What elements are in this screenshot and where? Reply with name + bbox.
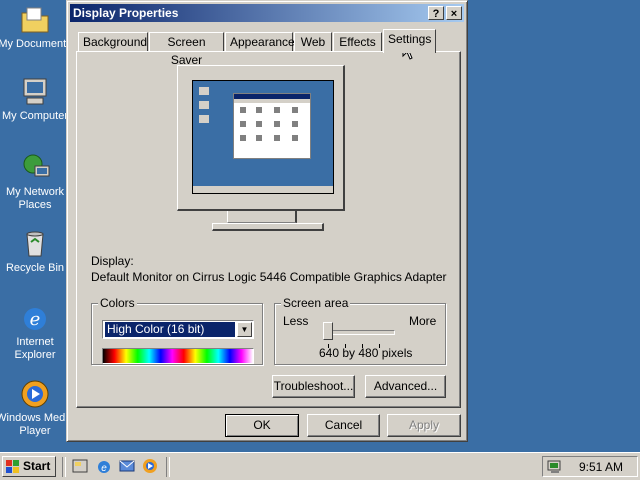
monitor-preview [177, 65, 345, 211]
display-label: Display: [91, 254, 134, 268]
colors-group: Colors High Color (16 bit) ▼ [91, 296, 263, 365]
media-player-icon[interactable] [142, 458, 158, 474]
internet-explorer-icon[interactable]: e [96, 458, 112, 474]
computer-icon [19, 76, 51, 108]
tab-web[interactable]: Web [294, 32, 332, 52]
desktop-icon-my-network-places[interactable]: My Network Places [0, 152, 74, 212]
show-desktop-icon[interactable] [72, 458, 88, 474]
monitor-stand [227, 211, 297, 223]
start-label: Start [23, 459, 51, 473]
window-title: Display Properties [73, 6, 179, 20]
tab-appearance[interactable]: Appearance [225, 32, 295, 52]
desktop-icon-windows-media-player[interactable]: Windows Media Player [0, 378, 74, 438]
taskbar-separator [62, 457, 66, 477]
tab-effects[interactable]: Effects [333, 32, 382, 52]
network-places-icon [19, 152, 51, 184]
internet-explorer-icon: e [19, 302, 51, 334]
tab-screen-saver[interactable]: Screen Saver [149, 32, 224, 67]
color-spectrum [102, 348, 254, 364]
taskbar: Start e 9:51 AM [0, 452, 640, 480]
display-value: Default Monitor on Cirrus Logic 5446 Com… [91, 270, 447, 284]
title-bar[interactable]: Display Properties ? × [70, 4, 464, 22]
slider-more-label: More [409, 314, 437, 328]
monitor-screen [192, 80, 334, 194]
desktop-icon-internet-explorer[interactable]: e Internet Explorer [0, 302, 74, 362]
chevron-down-icon[interactable]: ▼ [237, 322, 252, 337]
screen-area-slider-track[interactable] [323, 330, 395, 335]
display-settings-tray-icon[interactable] [547, 459, 563, 475]
screen-area-value: 640 by 480 pixels [319, 346, 413, 360]
svg-text:e: e [30, 309, 41, 330]
svg-text:e: e [101, 463, 107, 474]
colors-label: Colors [98, 296, 137, 310]
screen-area-label: Screen area [281, 296, 351, 310]
apply-button[interactable]: Apply [387, 414, 461, 437]
mini-window [233, 93, 311, 159]
screen-area-slider-thumb[interactable] [323, 322, 333, 340]
desktop-icon-my-computer[interactable]: My Computer [0, 76, 74, 123]
display-properties-window: Display Properties ? × Background Screen… [66, 0, 468, 442]
system-tray: 9:51 AM [542, 456, 638, 477]
mini-desktop-icon [199, 87, 209, 95]
colors-select[interactable]: High Color (16 bit) ▼ [102, 320, 254, 339]
close-button[interactable]: × [446, 6, 462, 20]
desktop-icon-my-documents[interactable]: My Documents [0, 4, 74, 51]
help-button[interactable]: ? [428, 6, 444, 20]
desktop-icon-recycle-bin[interactable]: Recycle Bin [0, 228, 74, 275]
cancel-button[interactable]: Cancel [307, 414, 380, 437]
mini-desktop-icon [199, 101, 209, 109]
ok-button[interactable]: OK [225, 414, 299, 437]
screen-area-group: Screen area Less More 640 by 480 pixels [274, 296, 446, 365]
mini-desktop-icon [199, 115, 209, 123]
tab-settings[interactable]: Settings [383, 29, 436, 53]
outlook-icon[interactable] [119, 458, 135, 474]
media-player-icon [19, 378, 51, 410]
recycle-bin-icon [19, 228, 51, 260]
clock[interactable]: 9:51 AM [579, 460, 623, 474]
troubleshoot-button[interactable]: Troubleshoot... [272, 375, 355, 398]
mini-taskbar [193, 186, 333, 193]
windows-logo-icon [6, 460, 19, 473]
slider-less-label: Less [283, 314, 309, 328]
start-button[interactable]: Start [2, 456, 56, 477]
tab-background[interactable]: Background [78, 32, 148, 52]
monitor-base [212, 223, 324, 231]
folder-documents-icon [19, 4, 51, 36]
advanced-button[interactable]: Advanced... [365, 375, 446, 398]
taskbar-separator [166, 457, 170, 477]
